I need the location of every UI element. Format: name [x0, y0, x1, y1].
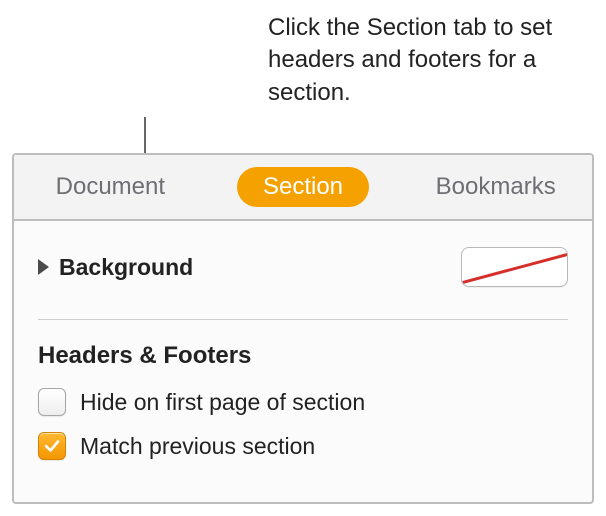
tab-bookmarks-label: Bookmarks [410, 167, 582, 207]
inspector-panel: Document Section Bookmarks Background He [12, 153, 594, 504]
background-disclosure[interactable]: Background [38, 254, 193, 281]
checkbox-match-previous-label: Match previous section [80, 433, 315, 460]
checkbox-box [38, 388, 66, 416]
tab-document[interactable]: Document [14, 155, 207, 219]
no-color-icon [461, 251, 568, 287]
background-color-swatch[interactable] [461, 247, 568, 287]
annotation-leader-line [144, 117, 146, 155]
headers-footers-title: Headers & Footers [38, 342, 568, 370]
annotation-text: Click the Section tab to set headers and… [268, 12, 588, 109]
tab-document-label: Document [30, 167, 191, 207]
checkbox-match-previous[interactable]: Match previous section [38, 432, 568, 460]
checkmark-icon [43, 437, 61, 455]
annotation-callout: Click the Section tab to set headers and… [12, 12, 594, 109]
divider [38, 319, 568, 320]
tab-section[interactable]: Section [207, 155, 400, 219]
background-row: Background [38, 239, 568, 319]
checkbox-hide-first-page-label: Hide on first page of section [80, 389, 365, 416]
tab-bookmarks[interactable]: Bookmarks [399, 155, 592, 219]
background-label: Background [59, 254, 193, 281]
inspector-tabs: Document Section Bookmarks [14, 155, 592, 221]
chevron-right-icon [38, 259, 49, 275]
tab-section-label: Section [237, 167, 369, 207]
inspector-body: Background Headers & Footers Hide on fir… [14, 221, 592, 502]
checkbox-box [38, 432, 66, 460]
checkbox-hide-first-page[interactable]: Hide on first page of section [38, 388, 568, 416]
